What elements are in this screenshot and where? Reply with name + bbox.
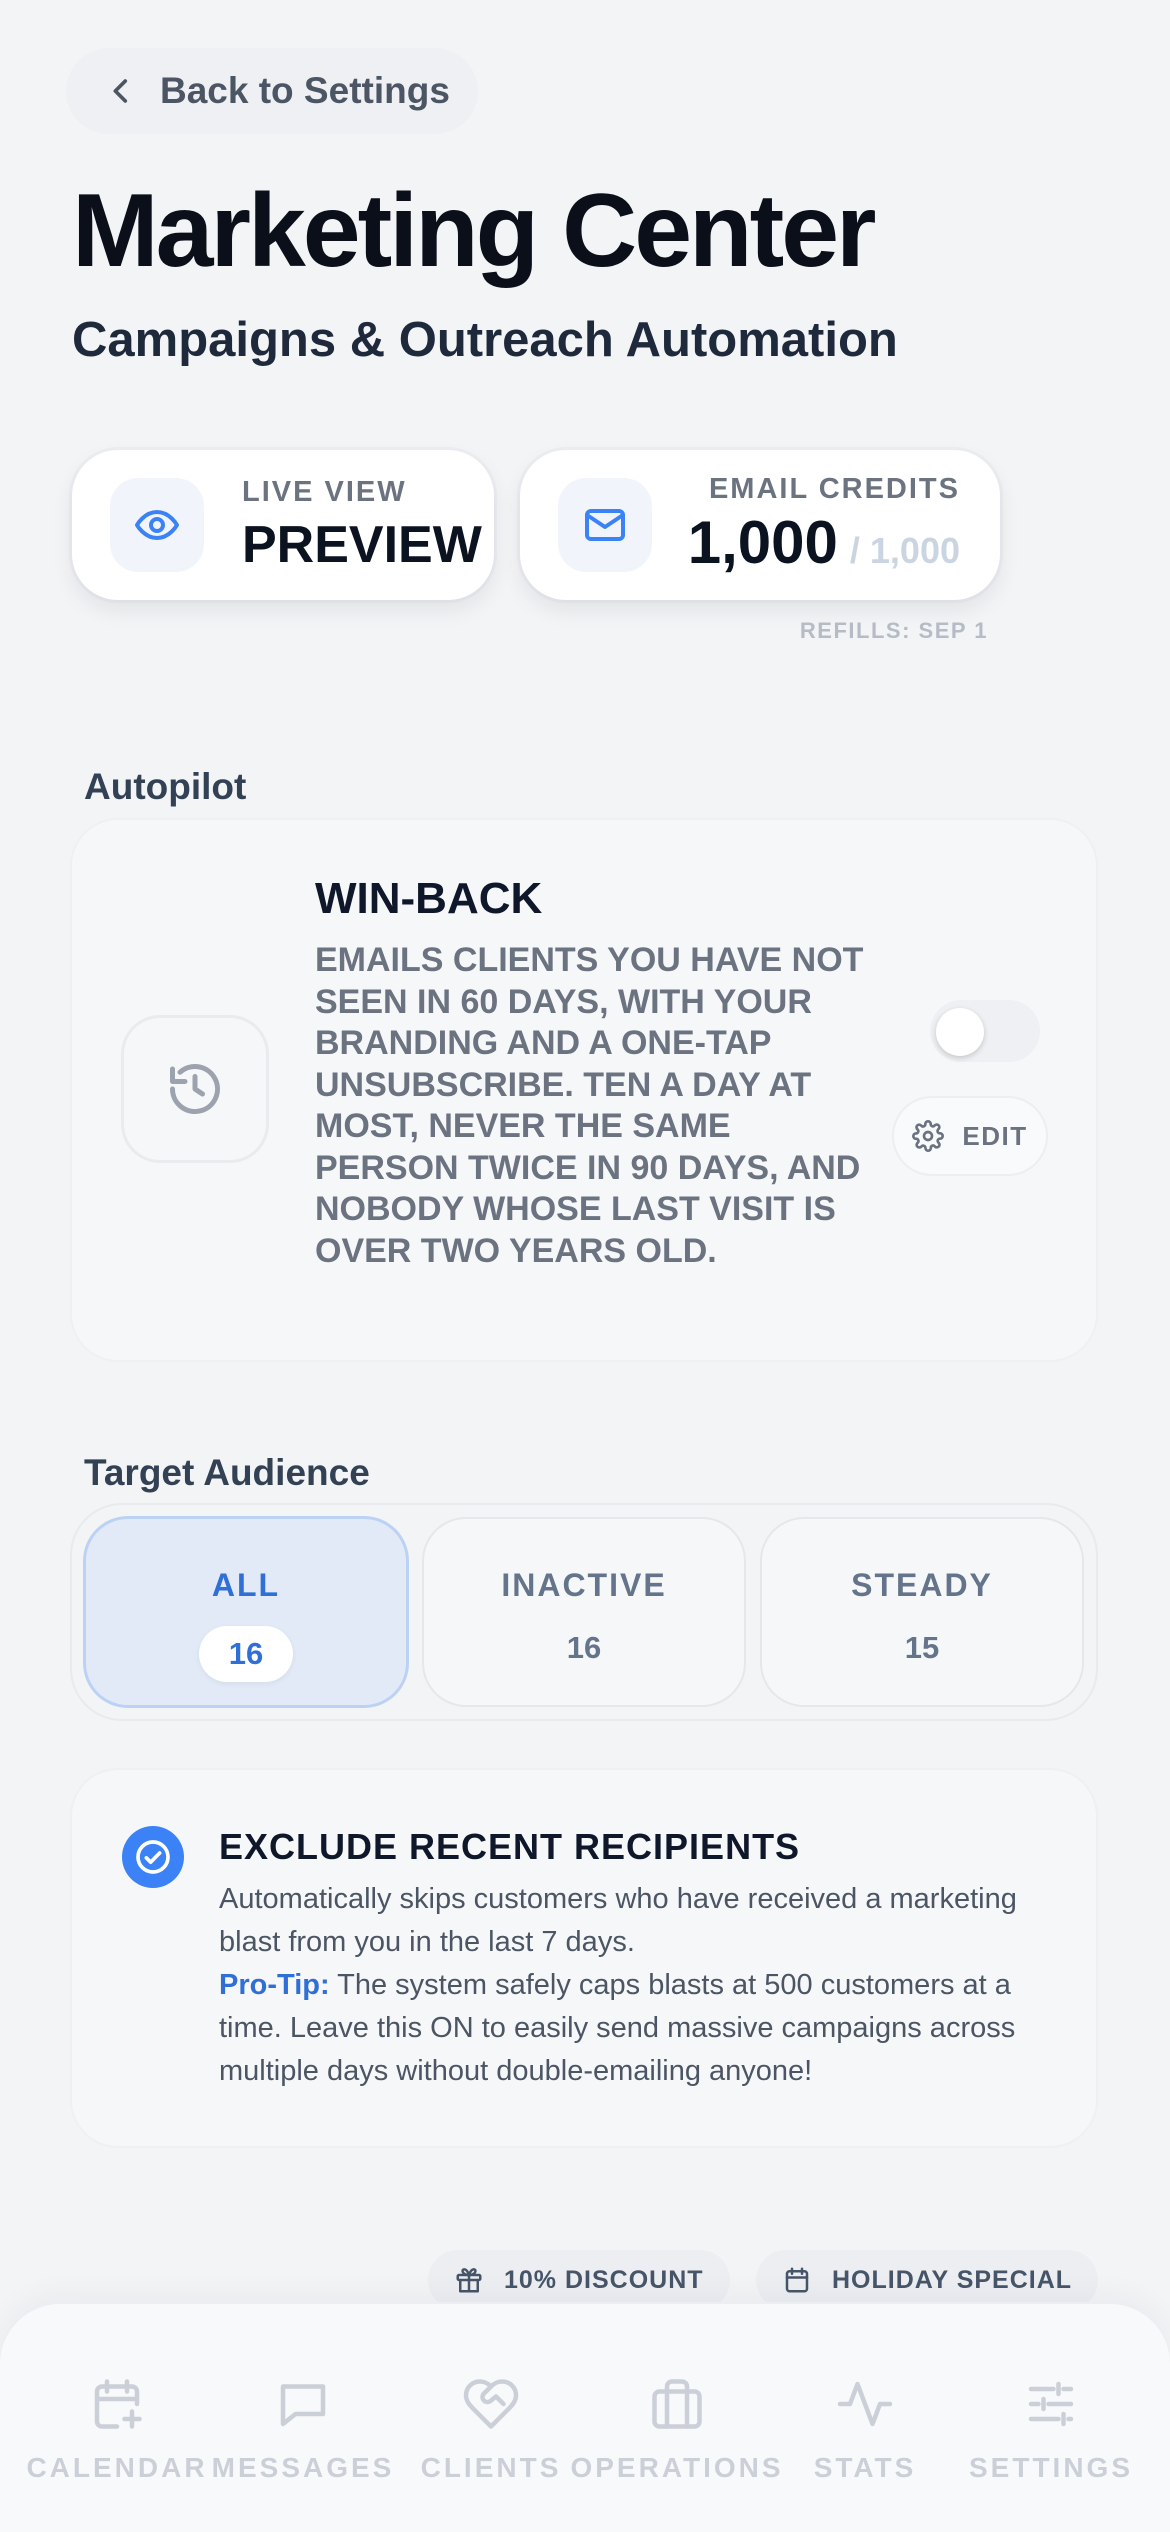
exclude-body: Automatically skips customers who have r… [219,1883,1017,1958]
win-back-title: WIN-BACK [315,874,543,923]
audience-segmented-control: ALL 16 INACTIVE 16 STEADY 15 [72,1505,1096,1719]
nav-label: MESSAGES [211,2452,395,2483]
mail-icon [585,509,625,541]
nav-settings[interactable]: SETTINGS [956,2374,1146,2484]
email-credits-card: EMAIL CREDITS 1,000 / 1,000 [520,450,1000,600]
nav-label: OPERATIONS [570,2452,784,2483]
chevron-left-icon [113,79,128,103]
preview-value: PREVIEW [242,515,482,574]
nav-label: CALENDAR [26,2452,208,2483]
page-subtitle: Campaigns & Outreach Automation [72,313,898,367]
exclude-checkbox[interactable] [122,1826,184,1888]
gear-icon [912,1120,945,1152]
history-icon-box [124,1018,266,1160]
nav-operations[interactable]: OPERATIONS [570,2374,781,2484]
edit-button[interactable]: EDIT [894,1098,1046,1174]
activity-icon [837,2381,893,2427]
check-circle-icon [136,1840,170,1874]
nav-clients[interactable]: CLIENTS [396,2374,586,2484]
autopilot-section-label: Autopilot [84,766,247,807]
exclude-recent-card: EXCLUDE RECENT RECIPIENTS Automatically … [72,1770,1096,2146]
calendar-icon [785,2267,809,2293]
holiday-special-chip[interactable]: HOLIDAY SPECIAL [756,2250,1099,2310]
audience-count: 15 [904,1630,940,1665]
exclude-description: Automatically skips customers who have r… [219,1878,1049,2093]
back-label: Back to Settings [160,70,450,111]
email-credits-label: EMAIL CREDITS [708,473,960,505]
audience-tab-all[interactable]: ALL 16 [86,1519,406,1705]
chip-label: HOLIDAY SPECIAL [832,2265,1073,2294]
nav-label: CLIENTS [420,2452,562,2483]
nav-stats[interactable]: STATS [770,2374,960,2484]
audience-tab-label: ALL [211,1567,281,1603]
win-back-card: WIN-BACK Emails clients you have not see… [72,820,1096,1360]
eye-icon-box [110,478,204,572]
back-to-settings-button[interactable]: Back to Settings [66,48,478,134]
nav-calendar[interactable]: CALENDAR [22,2374,212,2484]
chip-label: 10% DISCOUNT [504,2265,704,2294]
audience-tab-steady[interactable]: STEADY 15 [762,1519,1082,1705]
credits-total: / 1,000 [849,530,960,571]
nav-messages[interactable]: MESSAGES [208,2374,398,2484]
audience-tab-label: STEADY [851,1567,993,1603]
live-view-label: LIVE VIEW [242,475,407,508]
mail-icon-box [558,478,652,572]
heart-handshake-icon [463,2379,519,2429]
nav-label: SETTINGS [968,2452,1133,2483]
history-icon [170,1064,220,1115]
calendar-plus-icon [94,2379,142,2429]
discount-chip[interactable]: 10% DISCOUNT [428,2250,730,2310]
edit-label: EDIT [962,1120,1028,1151]
toggle-knob [936,1008,984,1056]
bottom-navigation: CALENDAR MESSAGES CLIENTS OPERATIONS STA… [0,2304,1170,2532]
protip-label: Pro-Tip: [219,1969,330,2001]
gift-icon [456,2268,482,2293]
sliders-icon [1028,2381,1074,2427]
audience-tab-label: INACTIVE [501,1567,667,1603]
credits-value: 1,000 [687,509,838,576]
message-icon [280,2384,326,2427]
audience-count: 16 [566,1630,602,1665]
refills-note: REFILLS: SEP 1 [799,618,988,643]
audience-section-label: Target Audience [84,1452,370,1493]
audience-tab-inactive[interactable]: INACTIVE 16 [424,1519,744,1705]
eye-icon [135,510,179,540]
page-title: Marketing Center [72,173,877,289]
audience-count-badge: 16 [199,1626,293,1682]
win-back-description: Emails clients you have not seen in 60 d… [315,941,864,1270]
win-back-toggle[interactable] [930,1000,1040,1062]
live-view-card[interactable]: LIVE VIEW PREVIEW [72,450,494,600]
briefcase-icon [652,2379,702,2429]
protip-text: The system safely caps blasts at 500 cus… [219,1969,1016,2087]
exclude-title: EXCLUDE RECENT RECIPIENTS [219,1826,801,1867]
nav-label: STATS [813,2452,917,2483]
